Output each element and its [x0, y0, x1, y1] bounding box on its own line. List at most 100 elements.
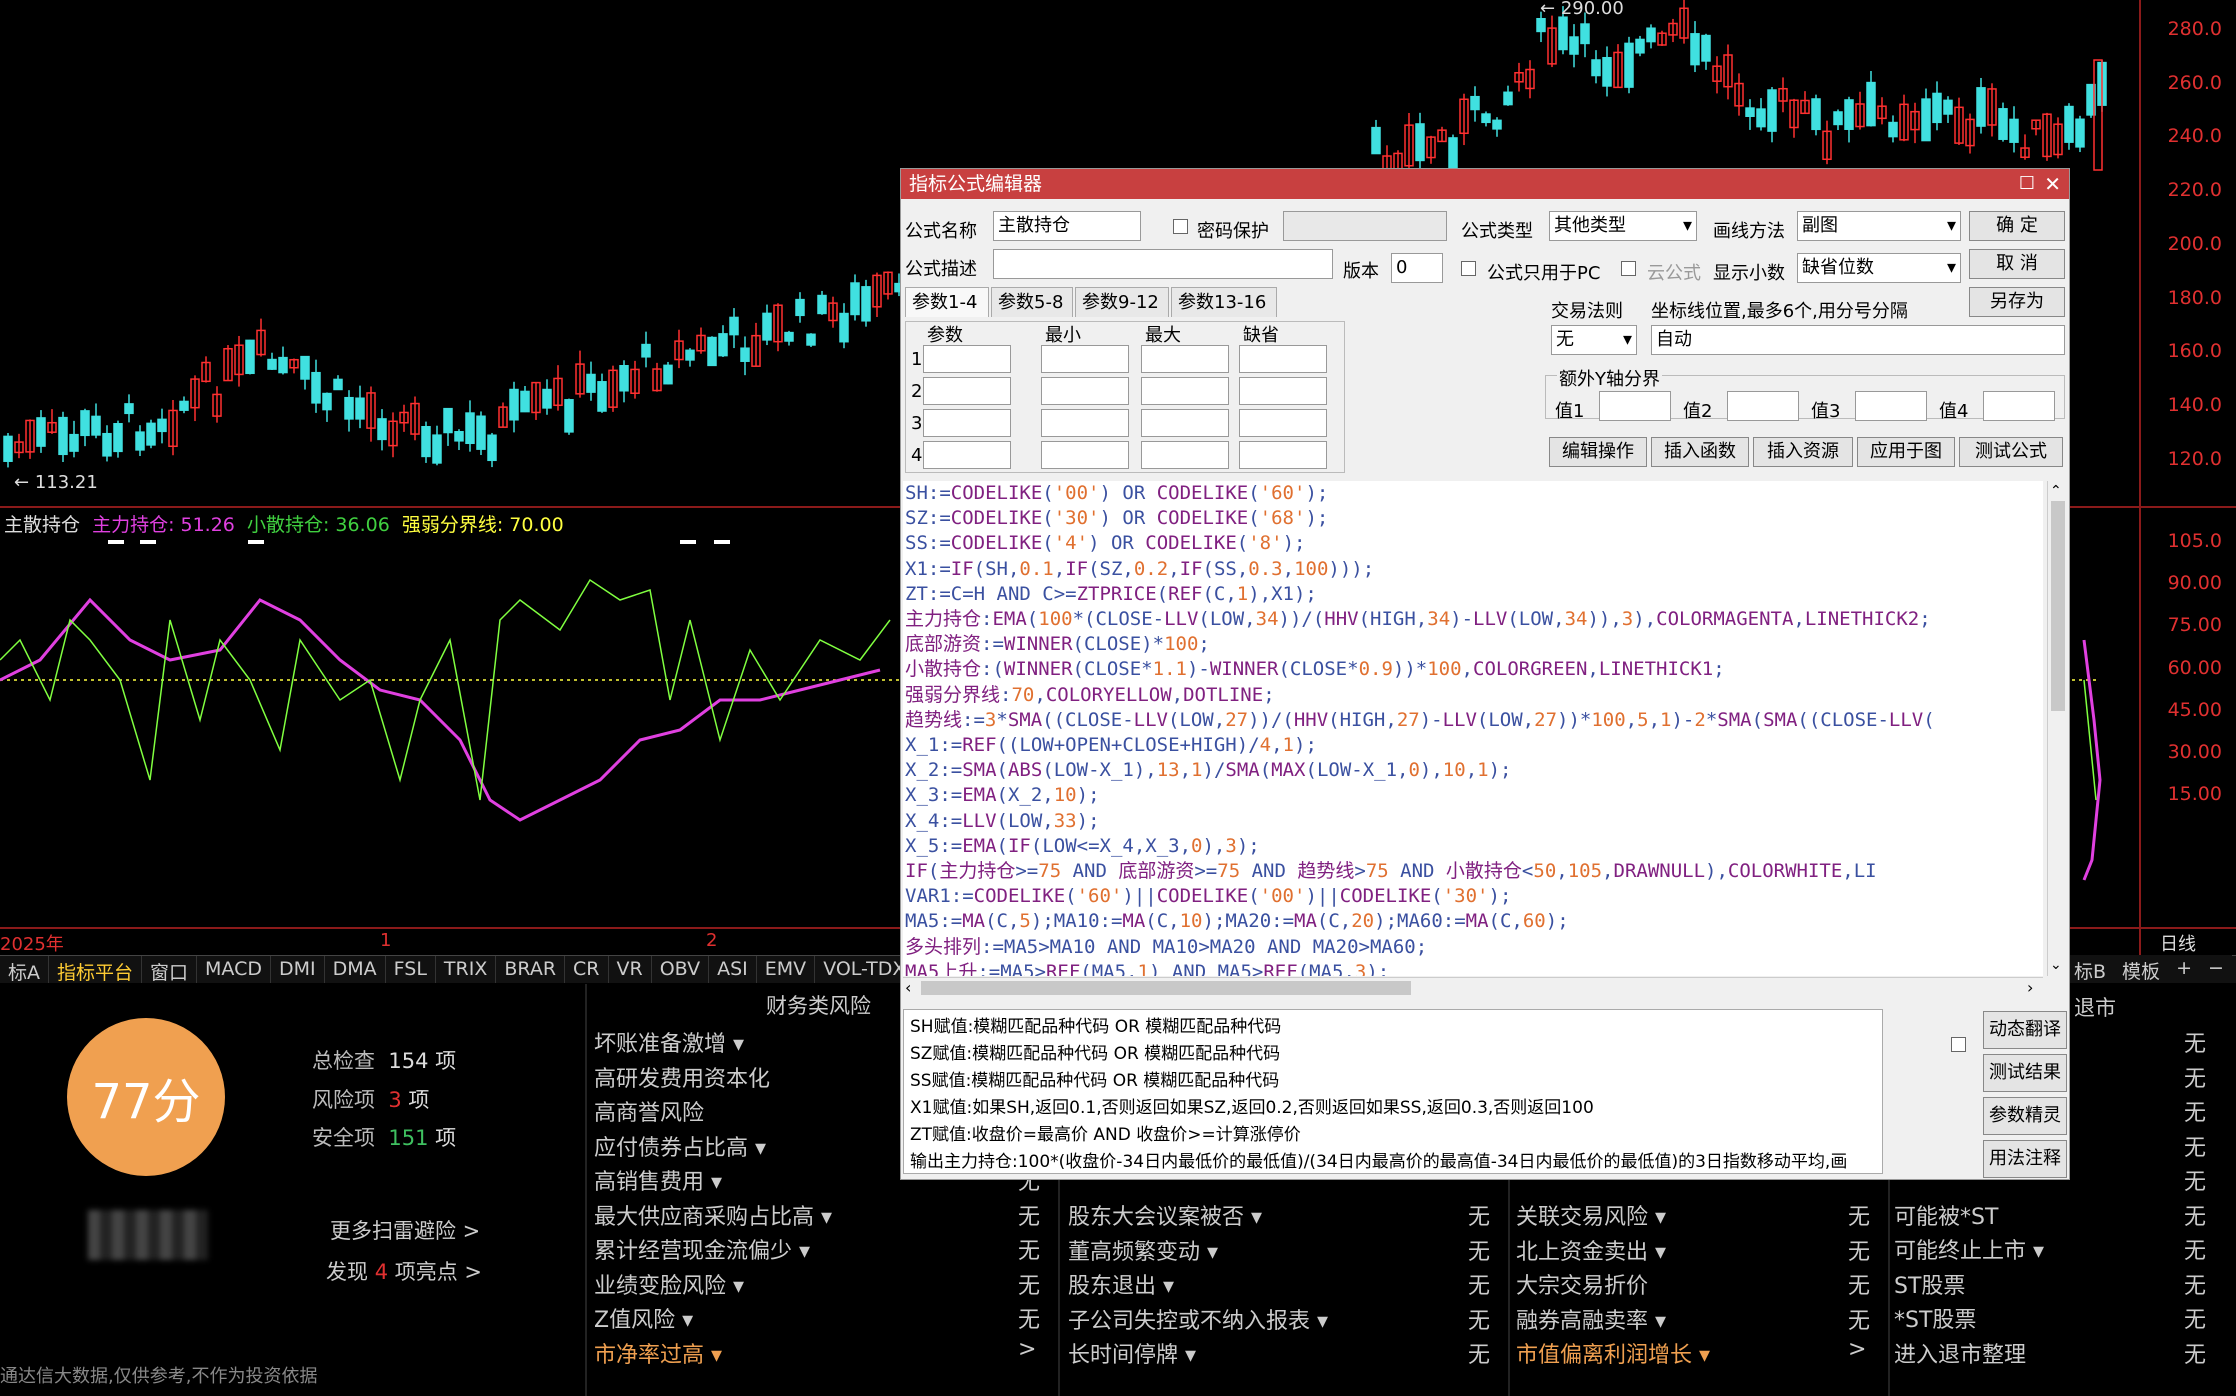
risk-item[interactable]: 最大供应商采购占比高 ▾ [594, 1199, 832, 1231]
param-tab[interactable]: 参数13-16 [1171, 287, 1277, 317]
tab-窗口[interactable]: 窗口 [142, 956, 198, 984]
risk-item[interactable]: 市值偏离利润增长 ▾ [1516, 1337, 1710, 1369]
risk-item[interactable]: 业绩变脸风险 ▾ [594, 1268, 744, 1300]
trade-select[interactable]: 无 ▾ [1551, 325, 1637, 355]
risk-item[interactable]: 关联交易风险 ▾ [1516, 1199, 1666, 1231]
param-input[interactable] [1239, 345, 1327, 373]
tab-VR[interactable]: VR [609, 956, 652, 983]
tab-DMA[interactable]: DMA [325, 956, 386, 983]
right-tabs[interactable]: 标B 模板 + − [2066, 955, 2232, 983]
risk-item[interactable]: 融券高融卖率 ▾ [1516, 1303, 1666, 1335]
risk-item[interactable]: 董高频繁变动 ▾ [1068, 1234, 1218, 1266]
translate-checkbox[interactable] [1951, 1037, 1966, 1052]
tab-DMI[interactable]: DMI [271, 956, 325, 983]
side-button[interactable]: 参数精灵 [1983, 1097, 2067, 1135]
tab-TRIX[interactable]: TRIX [436, 956, 497, 983]
param-input[interactable] [1041, 409, 1129, 437]
param-input[interactable] [923, 441, 1011, 469]
param-input[interactable] [1239, 377, 1327, 405]
param-input[interactable] [1141, 377, 1229, 405]
desc-input[interactable] [993, 249, 1333, 279]
yaxis-value-input[interactable] [1727, 391, 1799, 421]
param-input[interactable] [1239, 441, 1327, 469]
param-tab[interactable]: 参数1-4 [905, 287, 989, 317]
saveas-button[interactable]: 另存为 [1969, 287, 2065, 317]
right-tab[interactable]: − [2200, 955, 2232, 983]
tab-MACD[interactable]: MACD [197, 956, 271, 983]
highlights-link[interactable]: 发现 4 项亮点 > [326, 1256, 482, 1286]
dialog-button[interactable]: 编辑操作 [1549, 437, 1647, 467]
risk-item[interactable]: ST股票 [1894, 1268, 1965, 1300]
maximize-icon[interactable]: ☐ [2019, 169, 2035, 199]
risk-item[interactable]: 市净率过高 ▾ [594, 1337, 722, 1369]
pc-checkbox[interactable] [1461, 261, 1476, 276]
risk-item[interactable]: 高研发费用资本化 [594, 1061, 770, 1093]
tab-OBV[interactable]: OBV [652, 956, 710, 983]
more-scan-link[interactable]: 更多扫雷避险 > [330, 1215, 480, 1245]
side-button[interactable]: 用法注释 [1983, 1140, 2067, 1178]
coord-input[interactable]: 自动 [1651, 325, 2065, 355]
param-input[interactable] [923, 377, 1011, 405]
side-button[interactable]: 动态翻译 [1983, 1011, 2067, 1049]
right-tab[interactable]: + [2168, 955, 2200, 983]
risk-item[interactable]: 应付债券占比高 ▾ [594, 1130, 766, 1162]
risk-item[interactable]: 股东大会议案被否 ▾ [1068, 1199, 1262, 1231]
ver-input[interactable]: 0 [1391, 253, 1443, 283]
param-input[interactable] [1041, 345, 1129, 373]
risk-item[interactable]: 高商誉风险 [594, 1095, 704, 1127]
dialog-button[interactable]: 插入资源 [1753, 437, 1853, 467]
risk-item[interactable]: 股东退出 ▾ [1068, 1268, 1174, 1300]
tab-BRAR[interactable]: BRAR [496, 956, 566, 983]
risk-item[interactable]: *ST股票 [1894, 1302, 1976, 1334]
param-input[interactable] [1141, 345, 1229, 373]
risk-item[interactable]: 高销售费用 ▾ [594, 1164, 722, 1196]
code-vscroll[interactable]: ⌃ ⌄ [2047, 481, 2067, 976]
close-icon[interactable]: ✕ [2044, 169, 2061, 199]
risk-item[interactable]: 进入退市整理 [1894, 1337, 2026, 1369]
risk-item[interactable]: 可能终止上市 ▾ [1894, 1233, 2044, 1265]
risk-item[interactable]: 坏账准备激增 ▾ [594, 1026, 744, 1058]
right-tab[interactable]: 标B [2066, 955, 2114, 983]
formula-code-editor[interactable]: SH:=CODELIKE('00') OR CODELIKE('60'); SZ:… [903, 481, 2043, 976]
risk-item[interactable]: 北上资金卖出 ▾ [1516, 1234, 1666, 1266]
param-input[interactable] [923, 345, 1011, 373]
tab-CR[interactable]: CR [565, 956, 609, 983]
dialog-button[interactable]: 应用于图 [1857, 437, 1955, 467]
yaxis-value-input[interactable] [1983, 391, 2055, 421]
param-input[interactable] [923, 409, 1011, 437]
risk-item[interactable]: 可能被*ST [1894, 1199, 1998, 1231]
param-tab[interactable]: 参数5-8 [991, 287, 1073, 317]
yaxis-value-input[interactable] [1855, 391, 1927, 421]
yaxis-value-input[interactable] [1599, 391, 1671, 421]
risk-item[interactable]: 大宗交易折价 [1516, 1268, 1648, 1300]
side-button[interactable]: 测试结果 [1983, 1054, 2067, 1092]
risk-item[interactable]: Z值风险 ▾ [594, 1302, 693, 1334]
param-input[interactable] [1041, 377, 1129, 405]
param-input[interactable] [1141, 441, 1229, 469]
dialog-button[interactable]: 插入函数 [1651, 437, 1749, 467]
pwd-checkbox[interactable] [1173, 219, 1188, 234]
cancel-button[interactable]: 取 消 [1969, 249, 2065, 279]
risk-item[interactable]: 子公司失控或不纳入报表 ▾ [1068, 1303, 1328, 1335]
risk-item[interactable]: 累计经营现金流偏少 ▾ [594, 1233, 810, 1265]
cloud-checkbox[interactable] [1621, 261, 1636, 276]
ok-button[interactable]: 确 定 [1969, 211, 2065, 241]
param-input[interactable] [1141, 409, 1229, 437]
risk-item[interactable]: 长时间停牌 ▾ [1068, 1337, 1196, 1369]
right-tab[interactable]: 模板 [2114, 955, 2168, 983]
tab-EMV[interactable]: EMV [757, 956, 816, 983]
param-input[interactable] [1239, 409, 1327, 437]
code-hscroll[interactable]: ‹ › [903, 977, 2043, 999]
pwd-input[interactable] [1283, 211, 1447, 241]
tab-FSL[interactable]: FSL [386, 956, 436, 983]
type-select[interactable]: 其他类型 ▾ [1549, 211, 1697, 241]
name-input[interactable]: 主散持仓 [993, 211, 1141, 241]
param-tab[interactable]: 参数9-12 [1075, 287, 1169, 317]
draw-select[interactable]: 副图 ▾ [1797, 211, 1961, 241]
tab-ASI[interactable]: ASI [709, 956, 757, 983]
decimal-select[interactable]: 缺省位数 ▾ [1797, 253, 1961, 283]
tab-标A[interactable]: 标A [0, 956, 49, 984]
tab-指标平台[interactable]: 指标平台 [49, 956, 143, 984]
param-input[interactable] [1041, 441, 1129, 469]
dialog-button[interactable]: 测试公式 [1959, 437, 2063, 467]
